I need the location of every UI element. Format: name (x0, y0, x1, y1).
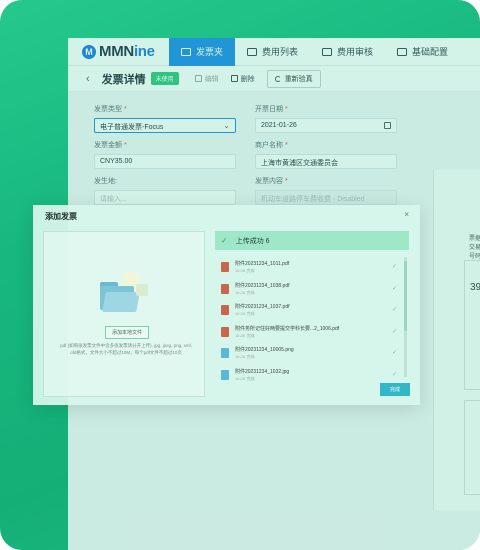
upload-hint: pdf (如每张发票文件中含多张发票请分开上传), jpg, jpeg, png… (60, 343, 192, 355)
list-item[interactable]: 附件20231234_1037.pdf 10.2K 完成 ✓ (215, 300, 403, 322)
check-icon: ✓ (391, 328, 397, 335)
check-icon: ✓ (391, 350, 397, 356)
list-item[interactable]: 附件20231234_1032.jpg 10.2K 完成 ✓ (215, 365, 403, 387)
upload-success-bar: ✓ 上传成功 6 (215, 231, 409, 250)
image-file-icon (221, 348, 229, 358)
check-icon: ✓ (221, 236, 228, 245)
check-icon: ✓ (391, 307, 397, 313)
list-item[interactable]: 附件务所记住好两要提交学科长要...2_1006.pdf 10.2K 完成 ✓ (215, 322, 403, 344)
check-icon: ✓ (391, 285, 397, 292)
upload-dropzone[interactable]: 添加本地文件 pdf (如每张发票文件中含多张发票请分开上传), jpg, jp… (43, 231, 205, 397)
pdf-file-icon (221, 283, 229, 294)
upload-results: ✓ 上传成功 6 附件20231234_1011.pdf 10.2K 完成 ✓ … (215, 231, 409, 397)
check-icon: ✓ (391, 264, 397, 270)
modal-title: 添加发票 (45, 212, 77, 221)
background-stage: M MMNine 发票夹 费用列表 费用审核 基础配置 ‹ 发票详情 未使用 编… (0, 0, 480, 550)
check-icon: ✓ (391, 371, 397, 378)
pdf-file-icon (221, 305, 229, 315)
list-item[interactable]: 附件20231234_10005.png 10.2K 完成 ✓ (215, 343, 403, 365)
pdf-file-icon (221, 262, 229, 272)
folder-illustration-icon (96, 270, 152, 316)
close-icon[interactable]: × (404, 210, 409, 219)
add-local-file-button[interactable]: 添加本地文件 (105, 326, 150, 339)
pdf-file-icon (221, 326, 229, 337)
image-file-icon (221, 369, 229, 380)
file-list: 附件20231234_1011.pdf 10.2K 完成 ✓ 附件2023123… (215, 257, 403, 386)
scrollbar-thumb[interactable] (404, 261, 407, 331)
list-item[interactable]: 附件20231234_1038.pdf 10.2K 完成 ✓ (215, 279, 403, 301)
done-button[interactable]: 完成 (379, 383, 410, 396)
list-item[interactable]: 附件20231234_1011.pdf 10.2K 完成 ✓ (215, 257, 403, 279)
add-invoice-modal: 添加发票 × 添加本地文件 pdf (如每张发票文件中含多张发票请分开上传), … (33, 205, 420, 405)
